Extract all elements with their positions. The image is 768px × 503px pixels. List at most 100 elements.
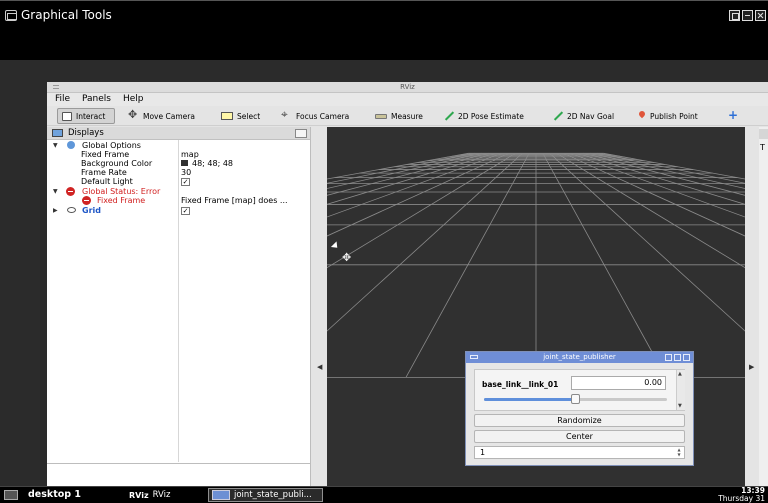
desktop-icon[interactable] <box>4 490 18 500</box>
publish-point-tool-button[interactable]: Publish Point <box>634 108 702 124</box>
right-splitter[interactable]: ▶ <box>745 127 759 486</box>
grid-line <box>542 153 667 378</box>
toolbar: Interact Move Camera Select Focus Camera… <box>47 106 768 126</box>
scroll-down-icon[interactable]: ▼ <box>678 403 682 409</box>
tree-row-status-fixed-frame[interactable]: Fixed Frame Fixed Frame [map] does ... <box>47 196 309 205</box>
randomize-button[interactable]: Randomize <box>474 414 685 427</box>
slider-handle[interactable] <box>570 394 580 404</box>
interact-tool-button[interactable]: Interact <box>57 108 115 124</box>
rviz-logo: RViz <box>129 490 149 500</box>
undock-button[interactable] <box>295 129 307 138</box>
close-icon[interactable] <box>755 10 766 21</box>
grid-checkbox[interactable]: ✓ <box>181 207 190 215</box>
pose-estimate-tool-button[interactable]: 2D Pose Estimate <box>440 108 528 124</box>
background-color-value: 48; 48; 48 <box>192 159 234 168</box>
minimize-icon[interactable] <box>665 354 672 361</box>
views-panel-letter: T <box>760 143 765 152</box>
joint-slider[interactable] <box>484 394 667 404</box>
desktop-switcher[interactable]: desktop 1 <box>28 489 81 500</box>
taskbar: desktop 1 RViz RViz joint_state_publi...… <box>0 486 768 503</box>
move-camera-label: Move Camera <box>143 111 195 121</box>
expand-triangle-icon[interactable]: ▼ <box>53 141 58 150</box>
joint-value-field[interactable]: 0.00 <box>571 376 666 390</box>
grid-line <box>327 152 476 184</box>
publish-point-label: Publish Point <box>650 111 698 121</box>
collapse-left-icon[interactable]: ◀ <box>317 363 322 371</box>
scroll-up-icon[interactable]: ▲ <box>678 371 682 377</box>
joint-state-publisher-window: joint_state_publisher base_link__link_01… <box>465 351 694 466</box>
blank-area <box>0 26 768 60</box>
tree-row-fixed-frame[interactable]: Fixed Frame map <box>47 150 309 159</box>
frame-rate-value[interactable]: 30 <box>181 168 191 177</box>
tree-row-grid[interactable]: ▶ Grid ✓ <box>47 206 309 215</box>
focus-camera-tool-button[interactable]: Focus Camera <box>278 107 353 124</box>
window-thumbnail-icon <box>212 490 230 500</box>
select-icon <box>221 112 233 120</box>
tree-row-frame-rate[interactable]: Frame Rate 30 <box>47 168 309 177</box>
tree-row-global-options[interactable]: ▼ Global Options <box>47 141 309 150</box>
spin-arrows-icon[interactable]: ▲ ▼ <box>675 447 683 458</box>
menu-panels[interactable]: Panels <box>82 94 111 104</box>
tree-row-background-color[interactable]: Background Color 48; 48; 48 <box>47 159 309 168</box>
jsp-window-controls <box>665 354 690 361</box>
grid-line <box>562 152 745 237</box>
move-camera-tool-button[interactable]: Move Camera <box>125 108 199 124</box>
grid-line <box>405 153 530 378</box>
clock[interactable]: 13:39 Thursday 31 <box>718 487 765 503</box>
measure-tool-button[interactable]: Measure <box>371 108 427 124</box>
menu-help[interactable]: Help <box>123 94 144 104</box>
color-swatch <box>181 160 188 166</box>
menubar: File Panels Help <box>47 93 768 106</box>
left-splitter[interactable]: ◀ <box>313 127 327 486</box>
maximize-icon[interactable] <box>674 354 681 361</box>
error-icon <box>82 196 91 205</box>
jsp-scrollbar[interactable]: ▲ ▼ <box>676 370 685 410</box>
maximize-icon[interactable] <box>729 10 740 21</box>
default-light-label: Default Light <box>81 177 133 186</box>
jsp-titlebar[interactable]: joint_state_publisher <box>466 352 693 363</box>
taskbar-joint-state-publisher[interactable]: joint_state_publi... <box>208 488 323 502</box>
tree-row-global-status[interactable]: ▼ Global Status: Error <box>47 187 309 196</box>
grid-line <box>327 152 516 269</box>
center-button[interactable]: Center <box>474 430 685 443</box>
rviz-titlebar[interactable]: RViz <box>47 82 768 93</box>
nav-goal-icon <box>553 111 563 121</box>
expand-triangle-icon[interactable]: ▼ <box>53 187 58 196</box>
joint-slider-panel: base_link__link_01 0.00 ▲ ▼ <box>474 369 685 411</box>
grid-line <box>603 152 745 180</box>
select-label: Select <box>237 111 261 121</box>
collapse-right-icon[interactable]: ▶ <box>749 363 754 371</box>
grid-line <box>569 152 745 218</box>
rviz-window-title: RViz <box>400 83 415 91</box>
host-window-title: Graphical Tools <box>21 8 112 22</box>
views-panel-tab[interactable] <box>759 129 768 139</box>
grid-label: Grid <box>82 206 101 215</box>
fixed-frame-label: Fixed Frame <box>81 150 130 159</box>
menu-file[interactable]: File <box>55 94 70 104</box>
nav-goal-tool-button[interactable]: 2D Nav Goal <box>549 108 618 124</box>
grid-line <box>327 152 510 237</box>
measure-icon <box>375 113 387 119</box>
grid-line <box>327 152 503 218</box>
host-titlebar: Graphical Tools <box>0 0 768 26</box>
close-icon[interactable] <box>683 354 690 361</box>
add-tool-button[interactable]: + <box>724 108 742 124</box>
nav-goal-label: 2D Nav Goal <box>567 111 615 121</box>
slider-count-spinbox[interactable]: 1 ▲ ▼ <box>474 446 685 459</box>
default-light-checkbox[interactable]: ✓ <box>181 178 190 186</box>
background-color-field[interactable]: 48; 48; 48 <box>181 159 233 168</box>
global-status-label: Global Status: Error <box>82 187 161 196</box>
taskbar-rviz-label: RViz <box>152 490 171 500</box>
grid-line <box>576 152 745 205</box>
tree-row-default-light[interactable]: Default Light ✓ <box>47 177 309 186</box>
grid-line <box>327 152 489 196</box>
collapse-triangle-icon[interactable]: ▶ <box>53 206 58 215</box>
fixed-frame-value[interactable]: map <box>181 150 199 159</box>
focus-camera-label: Focus Camera <box>296 111 350 121</box>
minimize-icon[interactable] <box>742 10 753 21</box>
displays-panel: Displays ▼ Global Options Fixed Frame ma… <box>47 127 311 486</box>
background-color-label: Background Color <box>81 159 153 168</box>
grid-line <box>556 152 745 269</box>
select-tool-button[interactable]: Select <box>217 108 264 124</box>
taskbar-rviz[interactable]: RViz RViz <box>126 488 174 502</box>
